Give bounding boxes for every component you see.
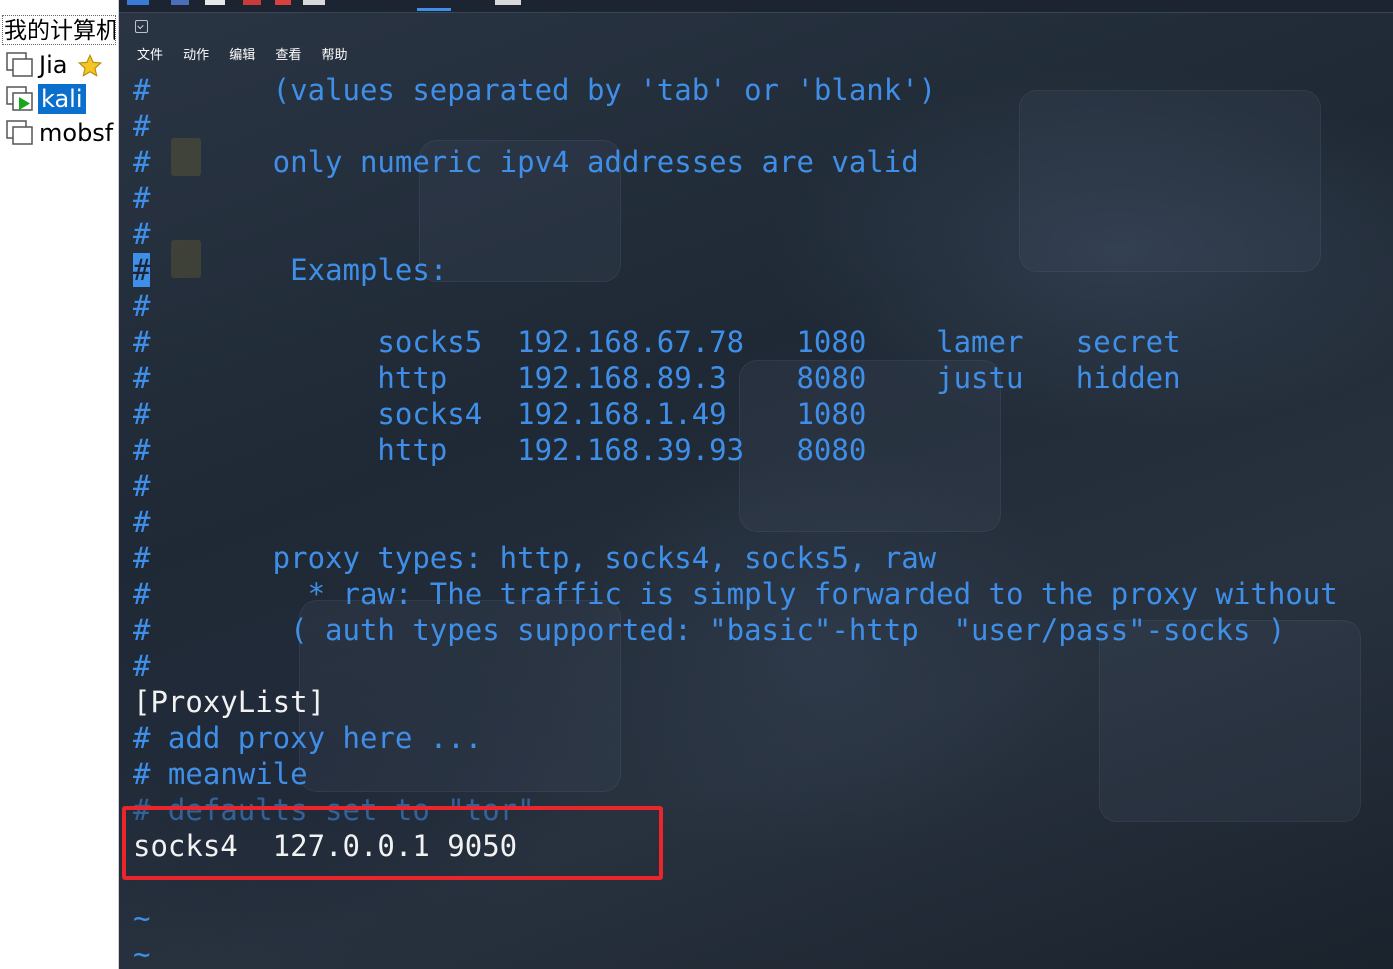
terminal-line-text: # (values separated by 'tab' or 'blank') [133,73,937,107]
terminal-line-text: # meanwile [133,757,308,791]
terminal-line-text: # * raw: The traffic is simply forwarded… [133,577,1338,611]
terminal-line: # ( auth types supported: "basic"-http "… [133,612,1338,648]
taskbar-active-indicator [417,8,451,11]
vm-running-icon [6,86,33,111]
terminal-line-text: # ( auth types supported: "basic"-http "… [133,613,1286,647]
terminal-line: # [133,504,1338,540]
terminal-line-text: ~ [133,901,151,935]
tree-item-jia[interactable]: Jia [4,48,116,80]
tree-item-label: kali [38,84,86,114]
terminal-window-icon[interactable] [135,20,148,33]
terminal-line-text: # [133,181,151,215]
vm-tree-panel: 我的计算机 Jia kali mobsf [0,0,119,969]
menu-bar: 文件 动作 编辑 查看 帮助 [137,44,362,64]
terminal-line: # proxy types: http, socks4, socks5, raw [133,540,1338,576]
tree-item-label: Jia [39,51,68,79]
taskbar-icon[interactable] [127,0,149,5]
terminal-line: # [133,216,1338,252]
terminal-line-text: # [133,109,151,143]
terminal-line: # [133,108,1338,144]
terminal-line-text: # [133,289,151,323]
tree-item-label: mobsf [39,119,114,147]
terminal-line: # http 192.168.39.93 8080 [133,432,1338,468]
terminal-line: # [133,288,1338,324]
terminal-line: # [133,180,1338,216]
terminal-line-text: # socks4 192.168.1.49 1080 [133,397,867,431]
terminal-line: # * raw: The traffic is simply forwarded… [133,576,1338,612]
terminal-line: ~ [133,936,1338,969]
terminal-line-text: # [133,469,151,503]
menu-help[interactable]: 帮助 [321,46,347,66]
menu-action[interactable]: 动作 [183,46,209,66]
vm-icon [6,120,33,145]
taskbar-top [119,0,1393,13]
taskbar-icon[interactable] [275,0,291,5]
terminal-line-text: # [133,649,151,683]
terminal-line: # [133,468,1338,504]
terminal-line: # Examples: [133,252,1338,288]
terminal-line-text: # [133,505,151,539]
terminal-line-text: # http 192.168.39.93 8080 [133,433,867,467]
terminal-line: # socks5 192.168.67.78 1080 lamer secret [133,324,1338,360]
vm-icon [6,52,33,77]
taskbar-icon[interactable] [495,0,521,5]
terminal-line-text: # http 192.168.89.3 8080 justu hidden [133,361,1181,395]
terminal-line-text: [ProxyList] [133,685,326,719]
highlight-annotation-box [122,806,663,880]
menu-file[interactable]: 文件 [137,46,163,66]
tree-item-mobsf[interactable]: mobsf [4,116,116,148]
menu-view[interactable]: 查看 [275,46,301,66]
terminal-line: # [133,648,1338,684]
terminal-line: # socks4 192.168.1.49 1080 [133,396,1338,432]
tree-item-kali[interactable]: kali [4,82,116,114]
terminal-line-text: # proxy types: http, socks4, socks5, raw [133,541,937,575]
terminal-line-text: Examples: [150,253,448,287]
terminal-line: # add proxy here ... [133,720,1338,756]
taskbar-icon[interactable] [171,0,189,5]
terminal-line: # only numeric ipv4 addresses are valid [133,144,1338,180]
terminal-line-text: ~ [133,937,151,969]
terminal-line-text: # [133,217,151,251]
terminal-line: [ProxyList] [133,684,1338,720]
terminal-line: # (values separated by 'tab' or 'blank') [133,72,1338,108]
taskbar-icon[interactable] [303,0,325,5]
terminal-line-text: # only numeric ipv4 addresses are valid [133,145,919,179]
cursor-hash: # [133,253,151,287]
taskbar-icon[interactable] [205,0,225,5]
star-icon [77,53,103,77]
terminal-line: ~ [133,900,1338,936]
terminal-line: # http 192.168.89.3 8080 justu hidden [133,360,1338,396]
tree-root-my-computer[interactable]: 我的计算机 [2,15,116,45]
menu-edit[interactable]: 编辑 [229,46,255,66]
terminal-line: # meanwile [133,756,1338,792]
taskbar-icon[interactable] [243,0,261,5]
terminal-line-text: # socks5 192.168.67.78 1080 lamer secret [133,325,1181,359]
terminal-line-text: # add proxy here ... [133,721,483,755]
